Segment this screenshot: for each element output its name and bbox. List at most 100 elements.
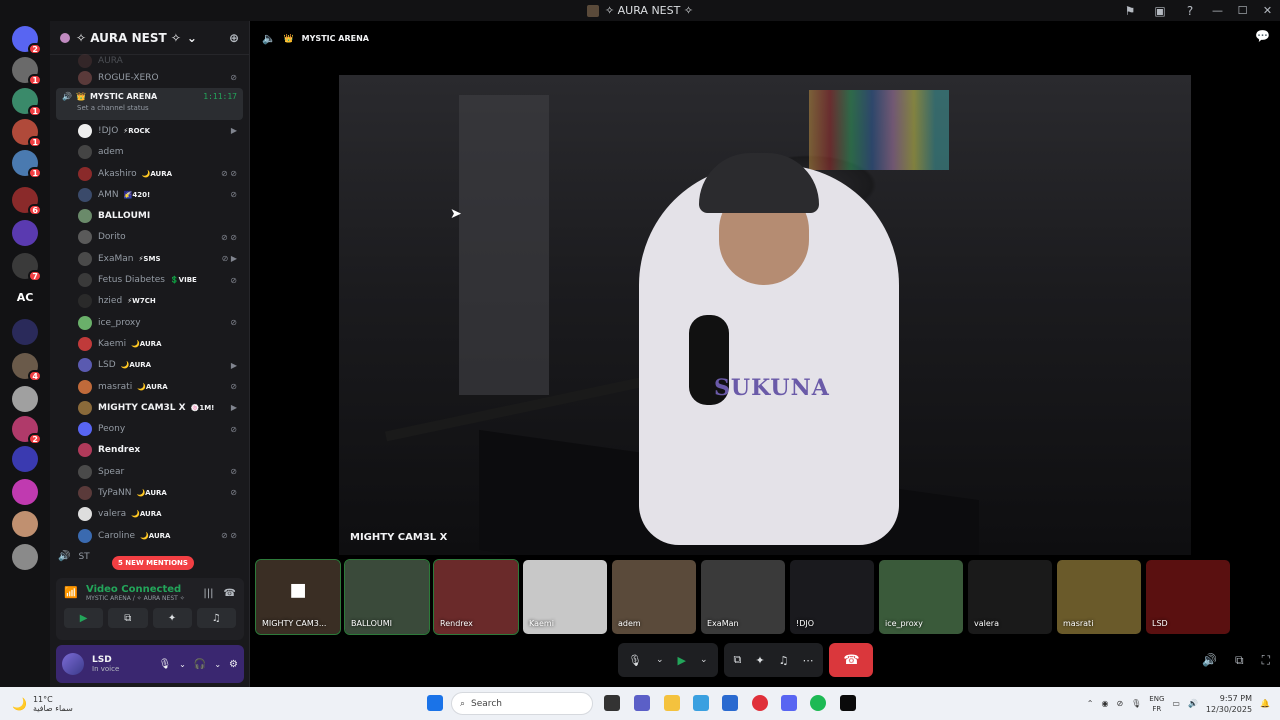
voice-location[interactable]: MYSTIC ARENA / ✧ AURA NEST ✧ (86, 595, 185, 602)
voice-member-row[interactable]: valera 🌙AURA (50, 504, 249, 525)
voice-member-row[interactable]: Dorito ⊘ ⊘ (50, 227, 249, 248)
taskview-icon[interactable] (604, 695, 620, 711)
volume-icon[interactable]: 🔊 (1202, 653, 1217, 668)
server-icon-6[interactable] (12, 220, 38, 246)
voice-member-row[interactable]: AMN 🌠420! ⊘ (50, 184, 249, 205)
participant-tile[interactable]: masrati (1057, 560, 1141, 634)
close-button[interactable]: ✕ (1255, 0, 1280, 21)
fullscreen-icon[interactable]: ⛶ (1262, 653, 1270, 668)
participant-tile[interactable]: ExaMan (701, 560, 785, 634)
volume-icon[interactable]: 🔊 (1188, 699, 1198, 708)
voice-member-row[interactable]: !DJO ⚡ROCK ▶ (50, 120, 249, 141)
server-icon-13[interactable] (12, 446, 38, 472)
discord-icon[interactable] (781, 695, 797, 711)
participant-tile[interactable]: Rendrex (433, 559, 519, 635)
more-options-icon[interactable]: ⋯ (802, 654, 813, 667)
activities-icon[interactable]: ✦ (755, 654, 764, 667)
server-icon-10[interactable]: 4 (12, 353, 42, 382)
microphone-icon[interactable]: 🎙 (158, 659, 171, 670)
focused-video-stream[interactable]: SUKUNA (339, 75, 1191, 555)
new-mentions-badge[interactable]: 5 NEW MENTIONS (112, 556, 194, 570)
participant-tile[interactable]: adem (612, 560, 696, 634)
voice-member-row[interactable]: Peony ⊘ (50, 418, 249, 439)
voice-member-row[interactable]: adem (50, 142, 249, 163)
camera-button[interactable]: ▶ (64, 608, 104, 628)
weather-widget[interactable]: 🌙 11°C سماء صافية (0, 695, 73, 713)
participant-tile[interactable]: LSD (1146, 560, 1230, 634)
activities-button[interactable]: ✦ (152, 608, 192, 628)
participant-tile[interactable]: valera (968, 560, 1052, 634)
voice-member-row[interactable]: Kaemi 🌙AURA (50, 333, 249, 354)
server-icon-5[interactable]: 6 (12, 187, 42, 216)
voice-member-row[interactable]: LSD 🌙AURA ▶ (50, 355, 249, 376)
taskbar-search[interactable]: ⌕ Search (451, 692, 593, 715)
microphone-icon[interactable]: 🎙 (628, 654, 642, 667)
gear-icon[interactable]: ⚙ (229, 659, 238, 670)
voice-member-row[interactable]: ROGUE-XERO ⊘ (50, 67, 249, 88)
disconnect-icon[interactable]: ☎ (224, 588, 236, 599)
server-icon-14[interactable] (12, 479, 38, 505)
chat-toggle-icon[interactable]: 💬 (1255, 29, 1270, 43)
soundboard-button[interactable]: ♫ (196, 608, 236, 628)
store-icon[interactable] (722, 695, 738, 711)
display-icon[interactable]: ▭ (1172, 699, 1180, 708)
windows-start-icon[interactable] (427, 695, 443, 711)
server-icon-4[interactable]: 1 (12, 150, 42, 179)
disconnect-button[interactable]: ☎ (829, 643, 874, 677)
chevron-down-icon[interactable]: ⌄ (214, 660, 221, 669)
opera-icon[interactable] (752, 695, 768, 711)
voice-member-row[interactable]: BALLOUMI (50, 205, 249, 226)
minimize-button[interactable]: — (1205, 0, 1230, 21)
voice-member-row[interactable]: Caroline 🌙AURA ⊘ ⊘ (50, 525, 249, 546)
participant-tile[interactable]: BALLOUMI (344, 559, 430, 635)
server-folder-icon[interactable] (12, 319, 38, 345)
voice-member-row[interactable]: TyPaNN 🌙AURA ⊘ (50, 482, 249, 503)
server-icon-15[interactable] (12, 511, 38, 537)
soundboard-icon[interactable]: ||| (203, 588, 213, 599)
server-icon-16[interactable] (12, 544, 38, 570)
chevron-down-icon[interactable]: ⌄ (656, 655, 664, 665)
discord-home-icon[interactable]: 2 (12, 26, 42, 55)
voice-member-row[interactable]: hzied ⚡W7CH (50, 291, 249, 312)
voice-member-row[interactable]: MIGHTY CAM3L X 🍥1М! ▶ (50, 397, 249, 418)
voice-member-row[interactable]: Spear ⊘ (50, 461, 249, 482)
participant-tile[interactable]: ■ MIGHTY CAM3... (255, 559, 341, 635)
server-icon-8[interactable]: AC (12, 284, 38, 310)
avatar[interactable] (62, 653, 84, 675)
participant-tile[interactable]: ice_proxy (879, 560, 963, 634)
voice-channel-mystic-arena[interactable]: 🔊 👑 MYSTIC ARENA 1:11:17 Set a channel s… (56, 88, 243, 121)
soundboard-icon[interactable]: ♫ (779, 654, 789, 667)
server-icon-3[interactable]: 1 (12, 119, 42, 148)
help-icon[interactable]: ? (1175, 0, 1205, 21)
voice-member-row[interactable]: ExaMan ⚡SMS ⊘ ▶ (50, 248, 249, 269)
voice-member-row[interactable]: Rendrex (50, 440, 249, 461)
file-explorer-icon[interactable] (664, 695, 680, 711)
spotify-icon[interactable] (810, 695, 826, 711)
video-camera-icon[interactable]: ▶ (678, 654, 686, 667)
popout-icon[interactable]: ⧉ (1235, 653, 1244, 668)
voice-member-row[interactable]: Akashiro 🌙AURA ⊘ ⊘ (50, 163, 249, 184)
tray-app-icon[interactable]: ◉ (1101, 699, 1108, 708)
inbox-icon[interactable]: ▣ (1145, 0, 1175, 21)
screen-share-button[interactable]: ⧉ (108, 608, 148, 628)
maximize-button[interactable]: ☐ (1230, 0, 1255, 21)
server-icon-12[interactable]: 2 (12, 416, 42, 445)
wifi-off-icon[interactable]: ⊘ (1116, 699, 1123, 708)
participant-tile[interactable]: Kaemi (523, 560, 607, 634)
copilot-icon[interactable] (693, 695, 709, 711)
server-icon-1[interactable]: 1 (12, 57, 42, 86)
chevron-down-icon[interactable]: ⌄ (700, 655, 708, 665)
signal-icon[interactable]: 📶 (64, 586, 78, 600)
language-indicator[interactable]: ENG FR (1149, 694, 1164, 714)
participant-tile[interactable]: !DJO (790, 560, 874, 634)
teams-icon[interactable] (634, 695, 650, 711)
voice-member-row[interactable]: ice_proxy ⊘ (50, 312, 249, 333)
voice-member-row[interactable]: AURA (50, 54, 249, 68)
server-icon-7[interactable]: 7 (12, 253, 42, 282)
microphone-icon[interactable]: 🎙 (1131, 699, 1141, 708)
voice-member-row[interactable]: Fetus Diabetes 💲VIBE ⊘ (50, 269, 249, 290)
chevron-up-icon[interactable]: ⌃ (1087, 699, 1094, 708)
add-member-icon[interactable]: ⊕ (229, 31, 239, 45)
channel-status[interactable]: Set a channel status (62, 104, 237, 112)
server-icon-11[interactable] (12, 386, 38, 412)
